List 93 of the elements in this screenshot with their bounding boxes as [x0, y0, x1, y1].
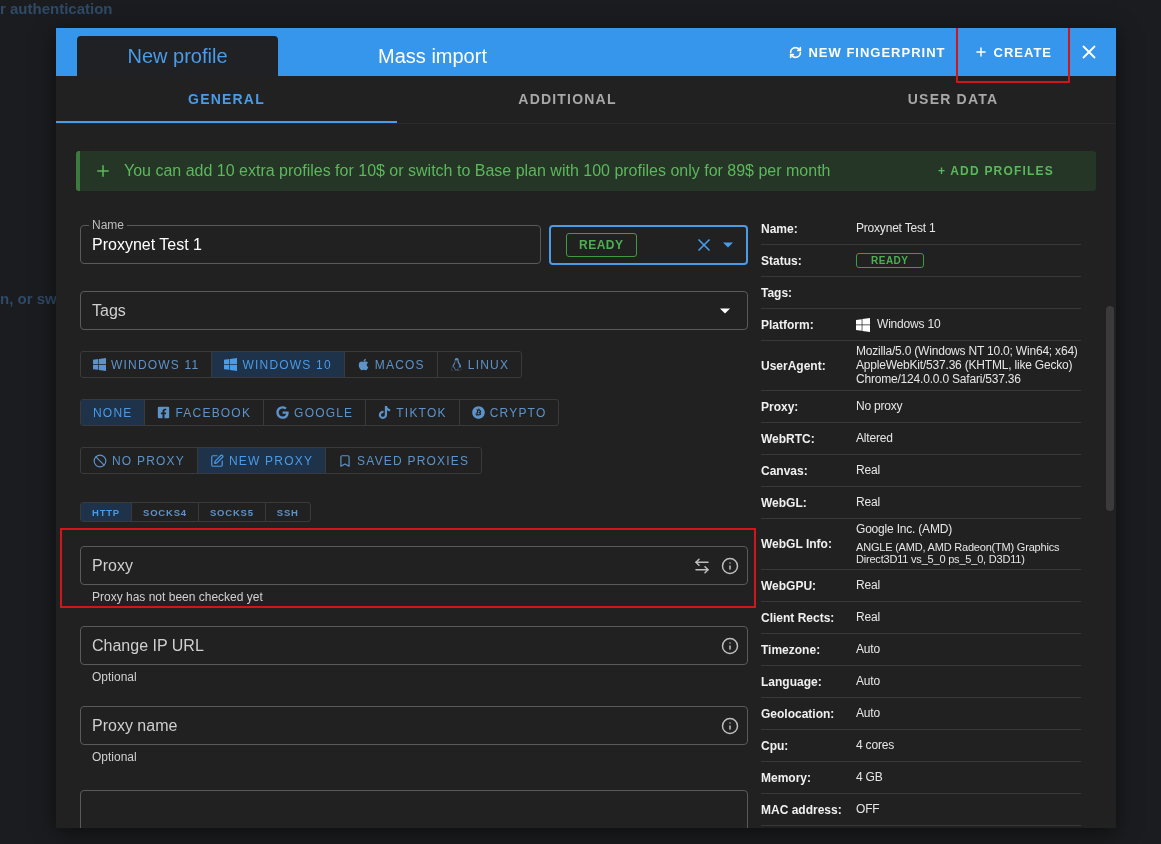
option-button[interactable]: SOCKS5	[198, 503, 266, 521]
option-button[interactable]: FACEBOOK	[145, 400, 265, 425]
dialog-tab[interactable]: New profile	[77, 36, 278, 76]
option-button[interactable]: LINUX	[437, 352, 522, 377]
info-label: Name:	[761, 221, 799, 236]
info-label: Language:	[761, 674, 823, 689]
info-label: Tags:	[761, 285, 794, 300]
status-chip: READY	[566, 233, 637, 257]
info-label: WebGL:	[761, 495, 808, 510]
info-label: Cpu:	[761, 738, 790, 753]
info-label: WebGL Info:	[761, 537, 833, 552]
helper-text: Optional	[92, 670, 138, 684]
info-value: OFF	[856, 802, 880, 817]
scrollbar[interactable]	[1106, 306, 1114, 511]
info-value: Auto	[856, 674, 880, 689]
status-chip: READY	[856, 253, 924, 268]
info-label: Client Rects:	[761, 610, 836, 625]
header-action-button[interactable]: CREATE	[959, 36, 1066, 68]
add-profiles-button[interactable]: + ADD PROFILES	[931, 163, 1060, 179]
section-tab[interactable]: ADDITIONAL	[397, 76, 738, 123]
info-label: Geolocation:	[761, 706, 836, 721]
option-button[interactable]: GOOGLE	[264, 400, 367, 425]
info-value: Real	[856, 496, 880, 510]
info-label: Timezone:	[761, 642, 822, 657]
option-button[interactable]: NONE	[81, 400, 146, 425]
option-button[interactable]: NO PROXY	[81, 448, 198, 473]
info-value: 4 GB	[856, 770, 883, 785]
info-value: Proxynet Test 1	[856, 221, 936, 236]
helper-text: Optional	[92, 750, 138, 764]
name-field[interactable]: Name Proxynet Test 1	[80, 218, 541, 264]
apple-icon	[356, 358, 370, 371]
option-button[interactable]: CRYPTO	[459, 400, 559, 425]
info-value: 4 cores	[856, 738, 894, 753]
info-label: UserAgent:	[761, 358, 827, 373]
info-icon[interactable]	[721, 556, 739, 575]
section-tab[interactable]: USER DATA	[738, 76, 1116, 123]
bookmark-icon	[338, 453, 353, 468]
windows-icon	[224, 358, 238, 371]
info-label: MAC address:	[761, 802, 843, 817]
helper-text: Proxy has not been checked yet	[92, 590, 264, 604]
info-label: Proxy:	[761, 399, 800, 414]
plus-icon	[973, 45, 988, 59]
status-select[interactable]: READY	[549, 225, 748, 265]
info-value: Real	[856, 610, 880, 625]
windows-icon	[856, 317, 870, 332]
text-field[interactable]: Proxy	[80, 546, 748, 585]
info-value: Auto	[856, 642, 880, 657]
text-field[interactable]: Change IP URL	[80, 626, 748, 665]
tags-select[interactable]: Tags	[80, 291, 748, 330]
option-button[interactable]: MACOS	[344, 352, 438, 377]
caret-icon	[722, 241, 734, 249]
option-button[interactable]: HTTP	[81, 503, 132, 521]
info-label: WebGPU:	[761, 578, 818, 593]
facebook-icon	[157, 406, 171, 419]
dialog-tab[interactable]: Mass import	[332, 36, 533, 76]
background-text: n, or sw	[0, 290, 57, 307]
background-heading: r authentication	[0, 0, 113, 17]
info-label: WebRTC:	[761, 431, 816, 446]
section-tab[interactable]: GENERAL	[56, 76, 397, 123]
google-icon	[276, 406, 290, 419]
text-field[interactable]: Proxy name	[80, 706, 748, 745]
info-label: Status:	[761, 253, 803, 268]
info-label: Canvas:	[761, 463, 809, 478]
ban-icon	[93, 453, 107, 468]
refresh-icon	[789, 45, 803, 59]
info-value: Windows 10	[877, 317, 941, 332]
edit-icon	[209, 453, 224, 468]
option-button[interactable]: WINDOWS 10	[212, 352, 345, 377]
option-button[interactable]: NEW PROXY	[197, 448, 327, 473]
info-value: Mozilla/5.0 (Windows NT 10.0; Win64; x64) AppleWebKit/537.36 (KHTML, like Gecko) Chrome/124.0.0.0 Safari/537.36	[856, 345, 1079, 387]
info-icon[interactable]	[721, 636, 739, 655]
bitcoin-icon	[471, 406, 485, 419]
info-value: Real	[856, 578, 880, 593]
header-action-button[interactable]: NEW FINGERPRINT	[775, 36, 960, 68]
option-button[interactable]: SOCKS4	[132, 503, 199, 521]
info-label: Memory:	[761, 770, 812, 785]
option-button[interactable]: SAVED PROXIES	[326, 448, 482, 473]
tiktok-icon	[378, 406, 392, 419]
windows-icon	[93, 358, 106, 371]
option-button[interactable]: SSH	[265, 503, 310, 521]
banner-text: You can add 10 extra profiles for 10$ or switch to Base plan with 100 profiles only for 89$ per month	[124, 162, 831, 180]
option-button[interactable]: TIKTOK	[366, 400, 460, 425]
caret-icon	[719, 306, 731, 315]
info-value: Real	[856, 464, 880, 478]
info-value: Google Inc. (AMD)	[856, 523, 953, 538]
info-value: No proxy	[856, 400, 903, 414]
info-value: Altered	[856, 432, 893, 446]
info-value: Auto	[856, 706, 880, 721]
swap-icon[interactable]	[693, 556, 711, 575]
info-icon[interactable]	[721, 716, 739, 735]
info-label: Platform:	[761, 317, 815, 332]
plus-icon	[94, 162, 112, 180]
info-detail: ANGLE (AMD, AMD Radeon(TM) Graphics Direct3D11 vs_5_0 ps_5_0, D3D11)	[856, 541, 1061, 566]
